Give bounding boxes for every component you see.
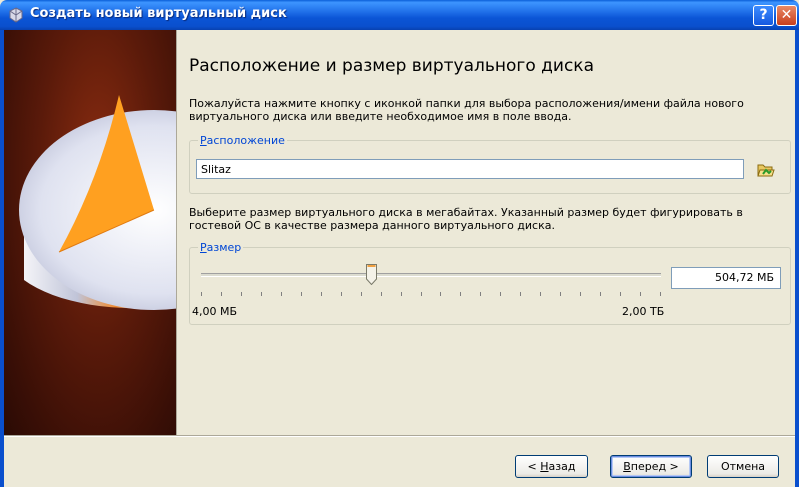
disk-illustration <box>19 95 176 310</box>
slider-tick <box>361 292 362 296</box>
next-button[interactable]: Вперед > <box>610 455 692 478</box>
back-button[interactable]: < Назад <box>515 455 588 478</box>
virtualbox-icon <box>9 7 23 23</box>
slider-tick <box>480 292 481 296</box>
slider-tick <box>421 292 422 296</box>
slider-tick <box>301 292 302 296</box>
slider-tick <box>560 292 561 296</box>
slider-tick <box>620 292 621 296</box>
slider-tick <box>321 292 322 296</box>
cancel-button[interactable]: Отмена <box>707 455 779 478</box>
slider-tick <box>440 292 441 296</box>
size-group: Размер 4,00 МБ 2,00 ТБ 504,72 МБ <box>189 241 791 325</box>
size-group-label: Размер <box>198 241 244 254</box>
slider-tick <box>660 292 661 296</box>
size-max-label: 2,00 ТБ <box>622 305 665 318</box>
slider-tick <box>540 292 541 296</box>
button-bar: < Назад Вперед > Отмена <box>4 437 795 487</box>
slider-tick <box>580 292 581 296</box>
slider-tick <box>520 292 521 296</box>
location-input[interactable] <box>196 159 744 179</box>
slider-tick <box>600 292 601 296</box>
slider-tick <box>640 292 641 296</box>
page-title: Расположение и размер виртуального диска <box>189 56 594 76</box>
wizard-side-image <box>4 30 176 435</box>
intro-text: Пожалуйста нажмите кнопку с иконкой папк… <box>189 97 744 123</box>
size-min-label: 4,00 МБ <box>192 305 238 318</box>
slider-tick <box>401 292 402 296</box>
size-description: Выберите размер виртуального диска в мег… <box>189 206 743 232</box>
slider-ticks <box>201 292 661 297</box>
folder-open-icon[interactable] <box>755 159 777 181</box>
help-button[interactable]: ? <box>753 5 774 26</box>
wizard-content: Расположение и размер виртуального диска… <box>177 30 795 435</box>
location-group: Расположение <box>189 134 791 194</box>
slider-tick <box>201 292 202 296</box>
slider-tick <box>241 292 242 296</box>
window-frame-right <box>795 30 799 487</box>
slider-tick <box>261 292 262 296</box>
slider-tick <box>221 292 222 296</box>
slider-tick <box>281 292 282 296</box>
slider-tick <box>341 292 342 296</box>
close-button[interactable]: ✕ <box>776 5 797 26</box>
size-slider-thumb[interactable] <box>366 264 377 285</box>
size-slider-track[interactable] <box>201 273 661 277</box>
title-bar[interactable]: Создать новый виртуальный диск ? ✕ <box>0 0 799 30</box>
slider-tick <box>500 292 501 296</box>
slider-tick <box>381 292 382 296</box>
slider-tick <box>460 292 461 296</box>
window-title: Создать новый виртуальный диск <box>30 6 287 21</box>
location-group-label: Расположение <box>198 134 287 147</box>
size-input[interactable]: 504,72 МБ <box>671 267 781 289</box>
